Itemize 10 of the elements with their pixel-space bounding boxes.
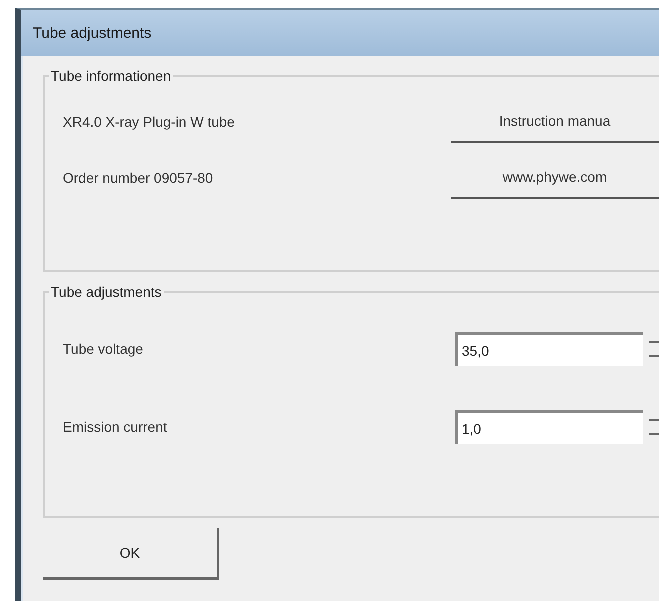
group-title: Tube adjustments [50, 284, 163, 300]
field-label: Emission current [63, 419, 168, 435]
number-field[interactable]: 1,0 [455, 410, 643, 444]
number-field[interactable]: 35,0 [455, 332, 643, 366]
info-label: XR4.0 X-ray Plug-in W tube [63, 114, 235, 130]
info-label: Order number 09057-80 [63, 170, 214, 186]
field-label: Tube voltage [63, 341, 144, 357]
ok-button[interactable]: OK [43, 528, 219, 580]
group-title: Tube informationen [50, 68, 172, 84]
window-title: Tube adjustments [21, 10, 659, 56]
